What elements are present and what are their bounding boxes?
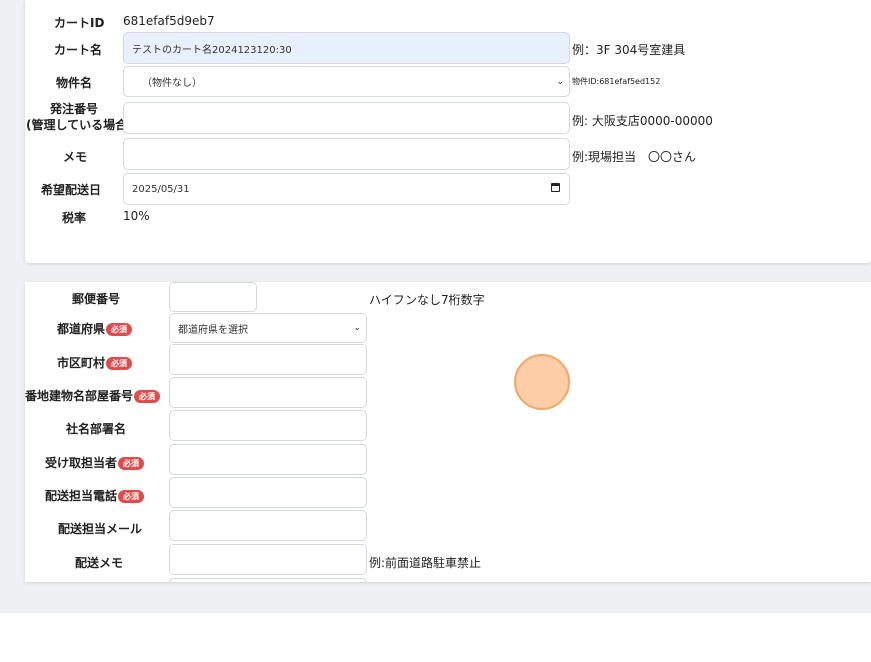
recipient-input[interactable] <box>169 444 367 475</box>
delivery-info-card: 郵便番号 ハイフンなし7桁数字 都道府県 必須 都道府県を選択 ⌄ 市区町村 必須 … <box>25 282 871 582</box>
required-badge: 必須 <box>106 357 133 370</box>
prefecture-label-text: 都道府県 <box>57 322 106 336</box>
chevron-down-icon: ⌄ <box>353 323 361 333</box>
city-label-text: 市区町村 <box>57 356 106 370</box>
property-id-hint: 物件ID:681efaf5ed152 <box>572 77 661 86</box>
delivery-phone-label-text: 配送担当電話 <box>45 489 118 503</box>
memo-hint: 例:現場担当 〇〇さん <box>572 150 697 164</box>
cart-name-input[interactable]: テストのカート名2024123120:30 <box>123 32 570 64</box>
address-label-text: 番地建物名部屋番号 <box>25 389 134 403</box>
city-label: 市区町村 必須 <box>57 354 133 371</box>
calendar-icon[interactable] <box>551 183 560 192</box>
click-indicator <box>514 354 570 410</box>
required-badge: 必須 <box>134 390 161 403</box>
required-badge: 必須 <box>106 323 133 336</box>
city-input[interactable] <box>169 344 367 375</box>
delivery-memo-label: 配送メモ <box>75 556 124 570</box>
tax-rate-value: 10% <box>123 209 150 223</box>
order-number-label-line1: 発注番号 <box>49 102 98 116</box>
prefecture-select[interactable]: 都道府県を選択 ⌄ <box>169 313 367 343</box>
property-select-value: （物件なし） <box>142 78 202 89</box>
company-label: 社名部署名 <box>66 422 127 436</box>
address-input[interactable] <box>169 377 367 408</box>
postal-code-input[interactable] <box>169 282 257 312</box>
required-badge: 必須 <box>118 490 145 503</box>
address-label: 番地建物名部屋番号 必須 <box>25 387 161 404</box>
order-number-input[interactable] <box>123 102 570 134</box>
property-select[interactable]: （物件なし） ⌄ <box>123 66 570 97</box>
order-number-label-line2: (管理している場合) <box>26 118 133 132</box>
cart-id-value: 681efaf5d9eb7 <box>123 14 215 28</box>
tax-rate-label: 税率 <box>62 211 87 225</box>
recipient-label: 受け取担当者 必須 <box>45 454 145 471</box>
cart-info-card: カートID 681efaf5d9eb7 カート名 テストのカート名2024123… <box>25 0 871 263</box>
delivery-date-input[interactable]: 2025/05/31 <box>123 173 570 205</box>
memo-label: メモ <box>63 150 88 164</box>
cart-name-label: カート名 <box>54 43 103 57</box>
delivery-phone-label: 配送担当電話 必須 <box>45 487 145 504</box>
cart-name-input-value: テストのカート名2024123120:30 <box>132 44 292 56</box>
cart-name-hint: 例：3F 304号室建具 <box>572 43 686 57</box>
delivery-email-input[interactable] <box>169 510 367 541</box>
delivery-email-label: 配送担当メール <box>58 522 143 536</box>
postal-code-label: 郵便番号 <box>72 292 121 306</box>
delivery-date-label: 希望配送日 <box>41 183 102 197</box>
prefecture-select-value: 都道府県を選択 <box>178 324 248 336</box>
prefecture-label: 都道府県 必須 <box>57 320 133 337</box>
order-number-label: 発注番号 (管理している場合) <box>26 101 133 133</box>
order-number-hint: 例: 大阪支店0000-00000 <box>572 114 713 128</box>
recipient-label-text: 受け取担当者 <box>45 456 118 470</box>
required-badge: 必須 <box>118 457 145 470</box>
cart-id-label: カートID <box>54 16 105 30</box>
memo-input[interactable] <box>123 138 570 170</box>
delivery-memo-hint: 例:前面道路駐車禁止 <box>369 556 482 570</box>
property-label: 物件名 <box>56 76 93 90</box>
company-input[interactable] <box>169 410 367 441</box>
postal-code-hint: ハイフンなし7桁数字 <box>369 293 485 307</box>
chevron-down-icon: ⌄ <box>556 76 564 87</box>
delivery-memo-input[interactable] <box>169 544 367 575</box>
next-field-input[interactable] <box>169 578 367 582</box>
delivery-phone-input[interactable] <box>169 477 367 508</box>
delivery-date-input-value: 2025/05/31 <box>132 183 190 195</box>
